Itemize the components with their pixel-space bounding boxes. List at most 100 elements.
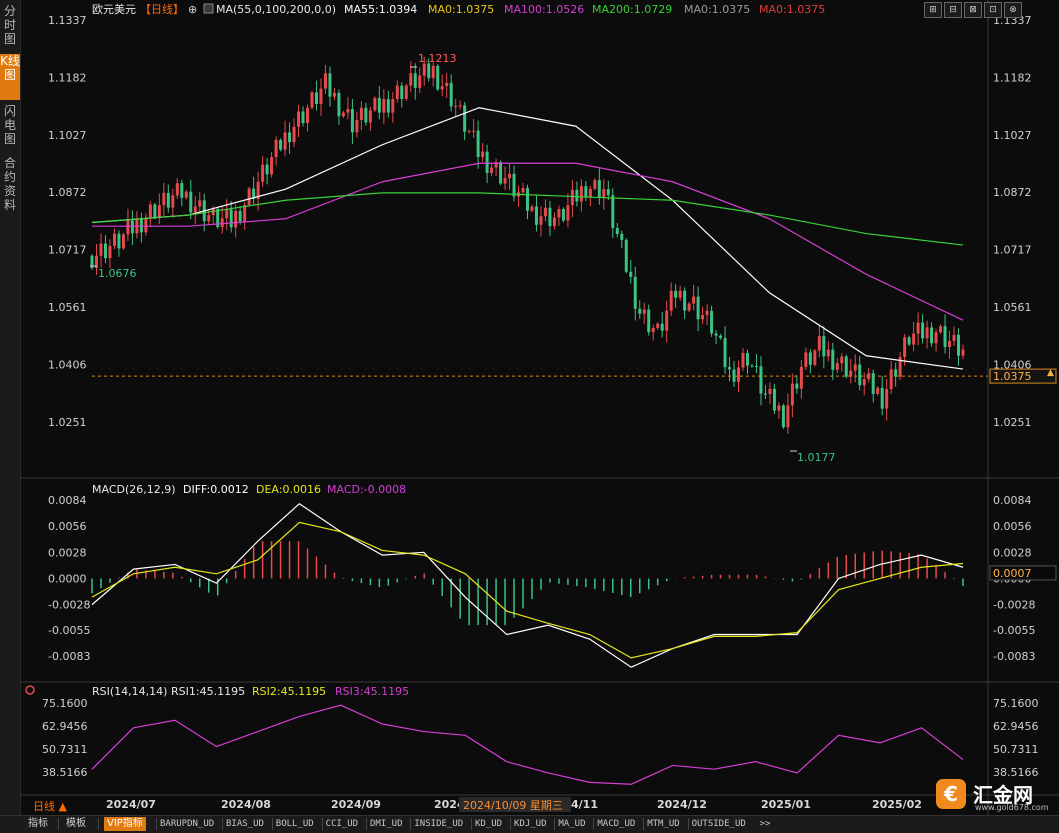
candle <box>844 356 848 377</box>
rsi-panel <box>91 704 964 785</box>
candle <box>418 75 422 88</box>
candle <box>813 350 817 365</box>
rsi-line <box>91 704 964 785</box>
rsi-tick-left: 50.7311 <box>42 743 88 756</box>
low-right-annotation: 1.0177 <box>797 451 836 464</box>
window-button-5[interactable]: ⊗ <box>1004 2 1022 18</box>
template-tab[interactable]: 模板 <box>66 817 86 831</box>
gold678-logo: € 汇金网 www.gold678.com <box>933 775 1059 815</box>
indicator-cci_ud[interactable]: CCI_UD <box>326 817 359 831</box>
macd-tick-left: 0.0000 <box>48 572 87 585</box>
vip-indicator-tab[interactable]: VIP指标 <box>104 817 146 831</box>
indicator-mtm_ud[interactable]: MTM_UD <box>647 817 680 831</box>
time-axis-label: 2024/12 <box>657 798 707 811</box>
candle <box>570 189 574 206</box>
candle <box>279 139 283 150</box>
price-tick-left: 1.1182 <box>48 71 87 84</box>
window-button-4[interactable]: ⊡ <box>984 2 1002 18</box>
candle <box>157 205 161 218</box>
price-panel: 1.1213 1.0676 1.0177 <box>90 52 988 464</box>
rsi-title: RSI(14,14,14) <box>92 685 167 698</box>
indicator-ma_ud[interactable]: MA_UD <box>558 817 585 831</box>
candle <box>261 164 265 182</box>
candle <box>332 92 336 97</box>
price-tick-left: 1.1027 <box>48 129 87 142</box>
candle <box>306 107 310 124</box>
macd-dea-line <box>91 521 964 659</box>
candle <box>602 189 606 199</box>
candle <box>678 290 682 298</box>
macd-tick-left: -0.0083 <box>48 650 90 663</box>
price-tick-left: 1.1337 <box>48 14 87 27</box>
macd-panel <box>91 502 964 668</box>
indicator-kd_ud[interactable]: KD_UD <box>475 817 502 831</box>
candle <box>225 209 229 219</box>
rsi-tick-right: 50.7311 <box>993 743 1039 756</box>
candle <box>301 111 305 124</box>
candle <box>584 186 588 198</box>
candle <box>355 120 359 133</box>
indicator-boll_ud[interactable]: BOLL_UD <box>276 817 314 831</box>
candle <box>314 92 318 104</box>
candle <box>265 164 269 175</box>
macd-tick-left: 0.0028 <box>48 546 87 559</box>
candle <box>876 387 880 394</box>
macd-tick-left: 0.0084 <box>48 494 87 507</box>
candle <box>674 290 678 298</box>
more-indicators-button[interactable]: >> <box>760 817 771 831</box>
time-axis-label: 2024/08 <box>221 798 271 811</box>
indicator-tab[interactable]: 指标 <box>28 817 48 831</box>
candle <box>871 373 875 394</box>
candle <box>575 189 579 202</box>
window-button-3[interactable]: ⊠ <box>964 2 982 18</box>
window-button-1[interactable]: ⊞ <box>924 2 942 18</box>
candle <box>692 296 696 304</box>
rsi1-label: RSI1:45.1195 <box>171 685 245 698</box>
candle <box>660 323 664 331</box>
indicator-kdj_ud[interactable]: KDJ_UD <box>514 817 547 831</box>
indicator-dmi_ud[interactable]: DMI_UD <box>370 817 403 831</box>
indicator-bias_ud[interactable]: BIAS_UD <box>226 817 264 831</box>
candle <box>790 383 794 406</box>
candle <box>117 233 121 249</box>
candle <box>292 126 296 143</box>
macd-tick-right: 0.0084 <box>993 494 1032 507</box>
indicator-barupdn_ud[interactable]: BARUPDN_UD <box>160 817 214 831</box>
candle <box>112 233 116 246</box>
candle <box>763 393 767 395</box>
macd-dea-label: DEA:0.0016 <box>256 483 321 496</box>
candle <box>458 105 462 107</box>
candle <box>799 366 803 389</box>
candle <box>952 334 956 341</box>
price-tick-left: 1.0872 <box>48 186 87 199</box>
candle <box>606 189 610 196</box>
candle <box>867 373 871 380</box>
candle <box>566 205 570 221</box>
candle <box>350 109 354 133</box>
candle <box>808 352 812 365</box>
current-price-label: 1.0375 <box>993 370 1032 383</box>
candle <box>615 227 619 234</box>
candle <box>759 366 763 394</box>
candle <box>943 326 947 348</box>
candle <box>961 349 965 356</box>
candle <box>171 195 175 208</box>
indicator-outside_ud[interactable]: OUTSIDE_UD <box>692 817 746 831</box>
indicator-macd_ud[interactable]: MACD_UD <box>597 817 635 831</box>
candle <box>180 183 184 198</box>
candle <box>629 271 633 277</box>
candle <box>207 215 211 222</box>
candle <box>903 337 907 357</box>
kline-chart[interactable]: 1.12131.06761.0177 1.1337 1.13371.1182 1.1… <box>0 0 1059 815</box>
price-tick-right: 1.0561 <box>993 301 1032 314</box>
indicator-inside_ud[interactable]: INSIDE_UD <box>414 817 463 831</box>
candle <box>548 207 552 227</box>
candle <box>445 82 449 87</box>
candle <box>404 85 408 99</box>
candle <box>400 85 404 99</box>
price-tick-right: 1.0717 <box>993 244 1032 257</box>
window-button-2[interactable]: ⊟ <box>944 2 962 18</box>
candle <box>413 73 417 88</box>
ma-params: MA(55,0,100,200,0,0) <box>216 3 336 16</box>
chart-settings-icon <box>203 3 214 14</box>
